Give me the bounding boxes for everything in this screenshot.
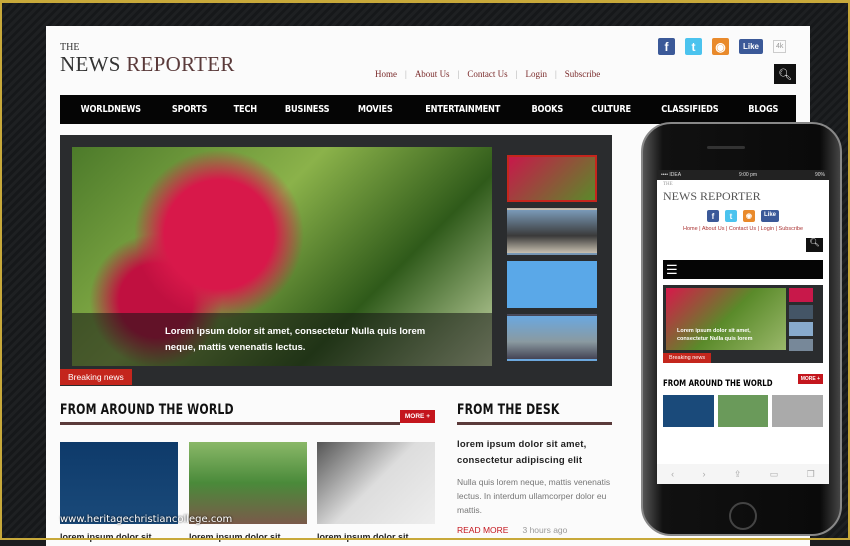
- image-border: [0, 0, 850, 540]
